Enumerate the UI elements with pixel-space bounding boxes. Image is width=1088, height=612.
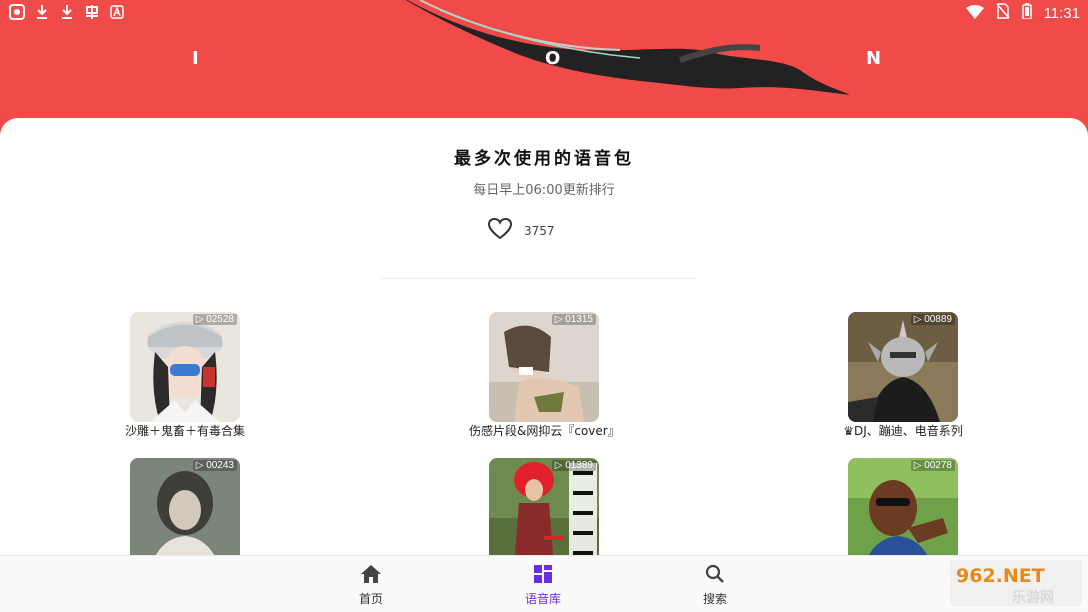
play-count-value: 00243 — [206, 460, 234, 471]
bottom-navigation: 首页 语音库 搜索 — [0, 555, 1088, 612]
play-count-value: 00278 — [924, 460, 952, 471]
voice-pack-thumbnail[interactable]: ▷ 00278 — [848, 458, 958, 555]
page-subtitle: 每日早上06:00更新排行 — [473, 183, 615, 198]
play-count: ▷ 01315 — [551, 314, 596, 325]
play-count-value: 01315 — [565, 314, 593, 325]
likes-count: 3757 — [524, 224, 555, 238]
list-item[interactable]: ▷ 02528 沙雕＋鬼畜＋有毒合集 — [125, 312, 245, 438]
banner-letter-1: I — [192, 48, 201, 69]
status-bar: 11:31 — [0, 0, 1088, 24]
search-icon — [705, 564, 725, 588]
play-count: ▷ 00243 — [192, 460, 237, 471]
play-count: ▷ 02528 — [192, 314, 237, 325]
play-count-value: 00889 — [924, 314, 952, 325]
site-watermark: 962.NET 乐游网 — [950, 560, 1082, 606]
likes[interactable]: 3757 — [487, 217, 555, 244]
watermark-line2: 乐游网 — [1012, 589, 1054, 606]
voice-pack-thumbnail[interactable]: ▷ 00889 — [848, 312, 958, 422]
list-item[interactable]: ▷ 00889 ♛DJ、蹦迪、电音系列 — [843, 312, 963, 438]
status-time: 11:31 — [1043, 4, 1080, 22]
a-icon — [108, 3, 125, 20]
list-item[interactable]: ▷ 01389 — [489, 458, 599, 555]
voice-pack-thumbnail[interactable]: ▷ 00243 — [130, 458, 240, 555]
download-icon — [33, 3, 50, 20]
play-count: ▷ 00278 — [910, 460, 955, 471]
watermark-line1: 962.NET — [956, 565, 1045, 587]
nav-home[interactable]: 首页 — [331, 564, 411, 607]
heart-icon[interactable] — [487, 217, 513, 244]
voice-pack-label[interactable]: 伤感片段&网抑云『cover』 — [469, 424, 620, 438]
ranking-card: 最多次使用的语音包 每日早上06:00更新排行 3757 ▷ 02528 沙雕＋… — [0, 118, 1088, 555]
bug-icon — [83, 3, 100, 20]
divider — [380, 278, 698, 279]
list-item[interactable]: ▷ 01315 伤感片段&网抑云『cover』 — [469, 312, 620, 438]
nav-home-label: 首页 — [358, 592, 383, 606]
play-count: ▷ 01389 — [551, 460, 596, 471]
wifi-icon — [965, 4, 984, 23]
no-sim-icon — [995, 3, 1010, 23]
list-item[interactable]: ▷ 00243 — [130, 458, 240, 555]
page-title: 最多次使用的语音包 — [454, 149, 634, 169]
nav-search[interactable]: 搜索 — [675, 564, 755, 607]
voice-pack-thumbnail[interactable]: ▷ 01315 — [489, 312, 599, 422]
voice-pack-thumbnail[interactable]: ▷ 02528 — [130, 312, 240, 422]
banner-letter-2: O — [545, 48, 563, 69]
play-count-value: 01389 — [565, 460, 593, 471]
download-icon — [58, 3, 75, 20]
voice-pack-label[interactable]: 沙雕＋鬼畜＋有毒合集 — [110, 424, 260, 438]
nav-search-label: 搜索 — [702, 592, 727, 606]
list-item[interactable]: ▷ 00278 — [848, 458, 958, 555]
battery-icon — [1021, 3, 1032, 23]
app-icon — [8, 3, 25, 20]
play-count-value: 02528 — [206, 314, 234, 325]
nav-library[interactable]: 语音库 — [503, 564, 583, 607]
nav-library-label: 语音库 — [524, 592, 561, 606]
home-icon — [360, 565, 382, 588]
banner-letter-3: N — [866, 48, 884, 69]
grid-icon — [533, 565, 553, 588]
play-count: ▷ 00889 — [910, 314, 955, 325]
voice-pack-label[interactable]: ♛DJ、蹦迪、电音系列 — [828, 424, 978, 438]
voice-pack-thumbnail[interactable]: ▷ 01389 — [489, 458, 599, 555]
